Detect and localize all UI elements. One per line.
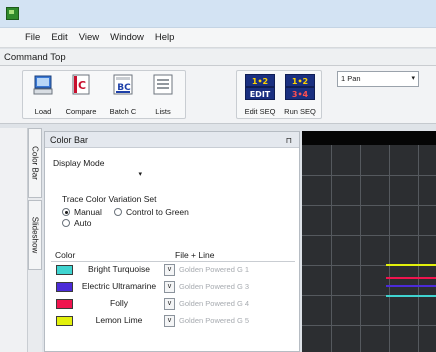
color-name: Folly — [110, 298, 128, 308]
compare-c-icon: C — [72, 74, 90, 95]
run-seq-button[interactable]: 1•2 3•4 Run SEQ — [282, 70, 318, 119]
waveform-view[interactable] — [302, 131, 436, 352]
display-mode-label: Display Mode — [53, 158, 105, 168]
radio-unchecked-icon — [62, 219, 70, 227]
file-line-value: Golden Powered G 4 — [179, 299, 250, 308]
file-line-value: Golden Powered G 5 — [179, 316, 250, 325]
file-dropdown-button[interactable]: v — [164, 264, 175, 276]
tab-slideshow-label: Slideshow — [30, 216, 40, 254]
color-swatch[interactable] — [56, 316, 73, 326]
grid-line — [302, 205, 436, 206]
radio-manual[interactable]: Manual — [62, 207, 102, 217]
trace-bright-turquoise — [386, 295, 436, 297]
grid-line — [331, 145, 332, 352]
column-file-line: File + Line — [175, 250, 215, 260]
table-row: Bright Turquoise v Golden Powered G 1 — [51, 263, 295, 277]
display-mode-select[interactable]: ▾ — [53, 170, 145, 183]
color-name: Lemon Lime — [95, 315, 143, 325]
trace-folly — [386, 277, 436, 279]
color-name: Electric Ultramarine — [81, 281, 157, 291]
svg-text:C: C — [78, 79, 86, 92]
file-dropdown-button[interactable]: v — [164, 281, 175, 293]
menu-view[interactable]: View — [79, 32, 99, 43]
file-dropdown-button[interactable]: v — [164, 298, 175, 310]
file-line-value: Golden Powered G 1 — [179, 265, 250, 274]
color-swatch[interactable] — [56, 282, 73, 292]
menu-window[interactable]: Window — [110, 32, 144, 43]
compare-label: Compare — [65, 107, 97, 116]
chevron-down-icon: ▾ — [411, 75, 415, 82]
table-row: Folly v Golden Powered G 4 — [51, 297, 295, 311]
grid-line — [360, 145, 361, 352]
grid-line — [302, 235, 436, 236]
left-margin — [0, 128, 28, 352]
side-tabs: Color Bar Slideshow — [28, 128, 42, 352]
menu-bar: File Edit View Window Help — [0, 28, 436, 48]
radio-checked-icon — [62, 208, 70, 216]
tab-color-bar[interactable]: Color Bar — [28, 128, 42, 198]
color-swatch[interactable] — [56, 299, 73, 309]
menu-help[interactable]: Help — [155, 32, 175, 43]
compare-button[interactable]: C Compare — [64, 70, 98, 119]
command-bar-title: Command Top — [0, 49, 436, 66]
batch-c-button[interactable]: BC Batch C — [106, 70, 140, 119]
grid-line — [389, 145, 390, 352]
color-name: Bright Turquoise — [88, 264, 150, 274]
edit-seq-icon-top: 1•2 — [245, 74, 275, 87]
panel-title: Color Bar — [50, 135, 89, 145]
table-row: Electric Ultramarine v Golden Powered G … — [51, 280, 295, 294]
table-row: Lemon Lime v Golden Powered G 5 — [51, 314, 295, 328]
radio-control-to-green[interactable]: Control to Green — [114, 207, 189, 217]
monitor-load-icon — [33, 75, 53, 95]
radio-manual-label: Manual — [74, 207, 102, 217]
batch-bc-icon: BC — [113, 74, 133, 95]
chevron-down-icon: ▾ — [138, 171, 142, 178]
column-color: Color — [55, 250, 76, 260]
edit-seq-button[interactable]: 1•2 EDIT Edit SEQ — [242, 70, 278, 119]
pan-dropdown[interactable]: 1 Pan ▾ — [337, 71, 419, 87]
menu-edit[interactable]: Edit — [51, 32, 67, 43]
view-top-band — [302, 131, 436, 145]
grid-line — [418, 145, 419, 352]
batch-c-label: Batch C — [109, 107, 137, 116]
run-seq-label: Run SEQ — [284, 107, 316, 116]
radio-unchecked-icon — [114, 208, 122, 216]
trace-lemon-lime — [386, 264, 436, 266]
run-seq-icon-top: 1•2 — [285, 74, 315, 87]
pin-icon[interactable]: ⊓ — [286, 133, 292, 149]
menu-file[interactable]: File — [25, 32, 40, 43]
radio-auto[interactable]: Auto — [62, 218, 92, 228]
file-dropdown-button[interactable]: v — [164, 315, 175, 327]
grid-line — [302, 325, 436, 326]
app-icon[interactable] — [6, 7, 19, 20]
tab-color-bar-label: Color Bar — [30, 146, 40, 180]
title-bar — [0, 0, 436, 28]
tab-slideshow[interactable]: Slideshow — [28, 200, 42, 270]
lists-icon — [153, 74, 173, 95]
pan-value: 1 Pan — [341, 74, 361, 83]
file-line-value: Golden Powered G 3 — [179, 282, 250, 291]
load-label: Load — [34, 107, 52, 116]
trace-electric-ultramarine — [386, 285, 436, 287]
radio-auto-label: Auto — [74, 218, 92, 228]
load-button[interactable]: Load — [26, 70, 60, 119]
edit-seq-icon: EDIT — [245, 87, 275, 100]
trace-color-set-title: Trace Color Variation Set — [62, 194, 157, 204]
panel-header: Color Bar ⊓ — [45, 132, 299, 148]
radio-control-to-green-label: Control to Green — [126, 207, 189, 217]
color-bar-panel: Color Bar ⊓ Display Mode ▾ Trace Color V… — [44, 131, 300, 352]
run-seq-icon: 3•4 — [285, 87, 315, 100]
lists-button[interactable]: Lists — [146, 70, 180, 119]
color-swatch[interactable] — [56, 265, 73, 275]
grid-line — [302, 175, 436, 176]
lists-label: Lists — [155, 107, 171, 116]
edit-seq-label: Edit SEQ — [244, 107, 276, 116]
color-table-header: Color File + Line — [51, 250, 295, 262]
